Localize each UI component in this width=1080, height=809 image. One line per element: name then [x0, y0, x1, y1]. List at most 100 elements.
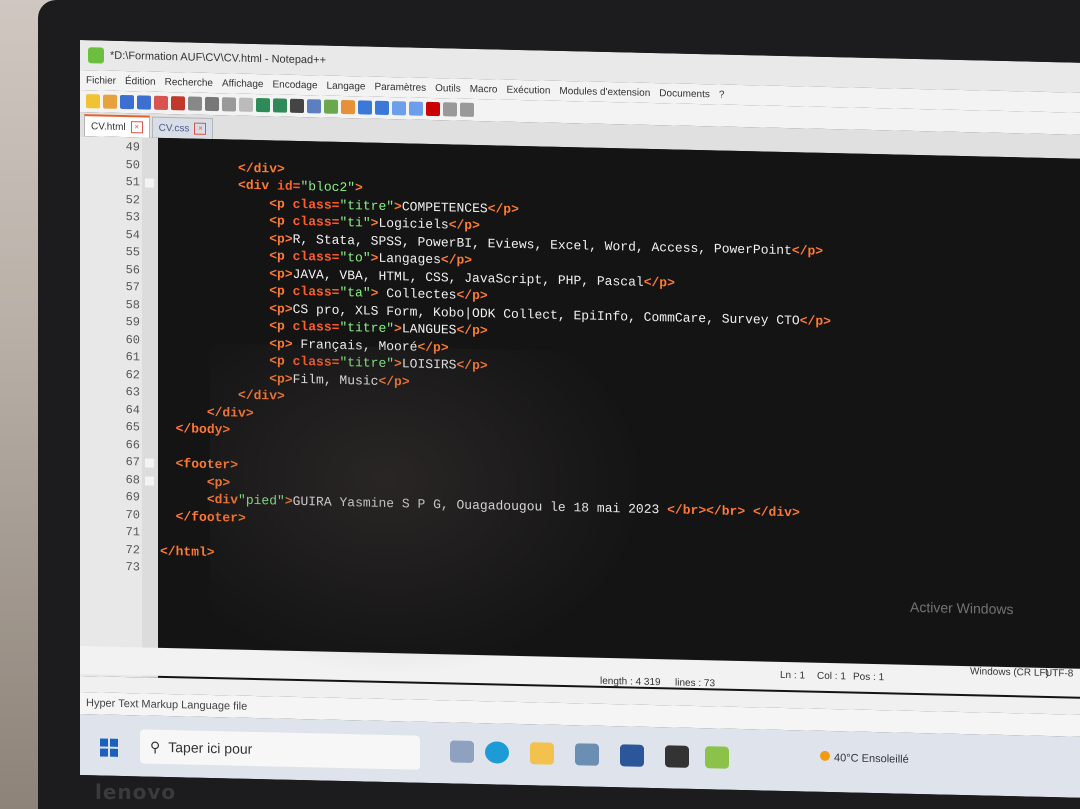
task-view-icon[interactable]	[450, 740, 474, 763]
paste-icon[interactable]	[239, 97, 253, 112]
save-all-icon[interactable]	[137, 95, 151, 110]
code-attr-value: "ta"	[339, 284, 371, 301]
zoom-out-icon[interactable]	[341, 99, 355, 115]
code-text: Collectes	[378, 285, 457, 303]
open-file-icon[interactable]	[103, 94, 117, 109]
line-number: 55	[125, 245, 140, 260]
line-number: 65	[125, 420, 140, 435]
code-area[interactable]: 49 50 </div> 51 <div id="bloc2"> 52 <p clas…	[126, 140, 1080, 598]
code-tag: <p	[269, 353, 293, 369]
fold-marker-icon[interactable]	[145, 178, 154, 188]
close-tab-icon[interactable]: ×	[194, 122, 207, 135]
status-encoding: UTF-8	[1045, 667, 1074, 680]
menu-item[interactable]: Recherche	[165, 76, 213, 88]
code-text: Film, Music	[292, 371, 379, 389]
code-tag: </p>	[448, 217, 480, 234]
find-icon[interactable]	[290, 98, 304, 114]
code-tag: </div>	[206, 404, 254, 421]
weather-text: 40°C Ensoleillé	[834, 752, 909, 766]
line-number: 53	[125, 210, 140, 225]
code-tag: <p	[269, 283, 293, 299]
code-attr-name: class=	[292, 283, 340, 300]
code-tag: </footer>	[175, 508, 246, 526]
cut-icon[interactable]	[205, 96, 219, 112]
code-tag: <div	[206, 491, 239, 508]
line-number: 50	[125, 157, 140, 172]
status-eol: Windows (CR LF)	[970, 666, 1049, 679]
edge-icon[interactable]	[485, 741, 509, 764]
menu-item[interactable]: Édition	[125, 76, 156, 88]
undo-icon[interactable]	[256, 97, 270, 113]
code-attr-value: "bloc2"	[300, 179, 356, 196]
line-number: 70	[125, 507, 140, 522]
code-tag: </p>	[487, 200, 519, 217]
word-wrap-icon[interactable]	[375, 100, 389, 116]
zoom-in-icon[interactable]	[324, 99, 338, 114]
menu-item[interactable]: Paramètres	[374, 81, 426, 93]
line-number: 69	[125, 490, 140, 505]
status-length: length : 4 319	[600, 675, 661, 689]
word-icon[interactable]	[620, 744, 644, 767]
sync-scroll-icon[interactable]	[358, 100, 372, 115]
menu-item[interactable]: Documents	[659, 88, 710, 100]
line-number: 52	[125, 192, 140, 207]
document-tab[interactable]: CV.html ×	[84, 114, 150, 138]
status-ln: Ln : 1	[780, 669, 806, 682]
menu-item[interactable]: ?	[719, 89, 725, 100]
fold-marker-icon[interactable]	[145, 458, 154, 468]
play-macro-icon[interactable]	[460, 102, 474, 117]
replace-icon[interactable]	[307, 99, 321, 114]
line-number: 62	[125, 367, 140, 382]
file-explorer-icon[interactable]	[530, 742, 554, 765]
menu-item[interactable]: Encodage	[272, 79, 317, 91]
close-tab-icon[interactable]: ×	[130, 121, 143, 134]
document-tab[interactable]: CV.css ×	[151, 116, 214, 140]
code-tag: <p>	[206, 474, 231, 490]
notepadpp-taskbar-icon[interactable]	[705, 746, 729, 769]
notepadpp-icon	[88, 47, 104, 64]
line-number: 71	[125, 525, 140, 540]
code-tag: <div	[238, 177, 278, 194]
show-all-chars-icon[interactable]	[392, 101, 406, 116]
new-file-icon[interactable]	[86, 94, 100, 109]
taskbar-search[interactable]: ⚲ Taper ici pour	[140, 729, 420, 770]
menu-item[interactable]: Langage	[327, 80, 366, 92]
menu-item[interactable]: Affichage	[222, 78, 264, 90]
line-number: 58	[125, 297, 140, 312]
code-attr-value: "to"	[339, 249, 371, 266]
code-tag: <p>	[269, 230, 293, 247]
code-attr-name: class=	[292, 353, 340, 370]
app-icon[interactable]	[575, 743, 599, 766]
sun-icon	[820, 750, 830, 762]
code-attr-value: "titre"	[339, 354, 395, 372]
code-text: LOISIRS	[401, 356, 457, 373]
weather[interactable]: 40°C Ensoleillé	[820, 750, 909, 766]
print-icon[interactable]	[188, 96, 202, 111]
copy-icon[interactable]	[222, 97, 236, 112]
app-icon-2[interactable]	[665, 745, 689, 768]
menu-item[interactable]: Outils	[435, 83, 461, 95]
code-tag: >	[394, 356, 402, 372]
code-text: Français, Mooré	[292, 336, 418, 355]
menu-item[interactable]: Macro	[470, 83, 498, 95]
redo-icon[interactable]	[273, 98, 287, 113]
windows-start-icon[interactable]	[100, 738, 118, 757]
fold-margin[interactable]	[142, 137, 158, 678]
stop-macro-icon[interactable]	[443, 102, 457, 117]
code-attr-name: class=	[292, 318, 340, 335]
line-number: 57	[125, 280, 140, 295]
menu-item[interactable]: Exécution	[507, 84, 551, 96]
record-macro-icon[interactable]	[426, 101, 440, 117]
save-icon[interactable]	[120, 94, 134, 110]
fold-marker-icon[interactable]	[145, 475, 154, 486]
indent-guide-icon[interactable]	[409, 101, 423, 116]
menu-item[interactable]: Fichier	[86, 75, 116, 87]
code-attr-name: class=	[292, 213, 340, 230]
status-col: Col : 1	[817, 670, 846, 683]
menu-item[interactable]: Modules d'extension	[559, 85, 650, 98]
laptop-screen: *D:\Formation AUF\CV\CV.html - Notepad++…	[80, 40, 1080, 798]
code-tag: <p	[269, 248, 293, 264]
status-pos: Pos : 1	[853, 671, 885, 684]
close-all-icon[interactable]	[171, 96, 185, 111]
close-icon[interactable]	[154, 95, 168, 110]
